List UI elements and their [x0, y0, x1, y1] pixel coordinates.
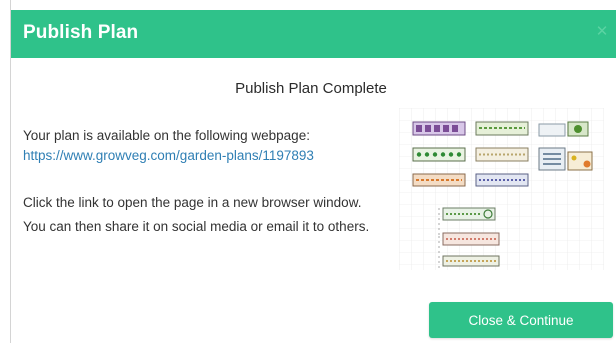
- garden-plan-preview-image: [399, 108, 604, 270]
- garden-plan-thumbnail: [399, 108, 604, 270]
- dialog-header: Publish Plan ✕: [11, 10, 616, 58]
- dialog-subtitle: Publish Plan Complete: [235, 80, 387, 97]
- close-continue-button[interactable]: Close & Continue: [429, 302, 613, 338]
- availability-text: Your plan is available on the following …: [23, 128, 310, 143]
- dialog-title: Publish Plan: [23, 22, 139, 43]
- close-icon[interactable]: ✕: [594, 24, 610, 40]
- background-frame: [0, 0, 11, 343]
- background-strip: [0, 0, 616, 10]
- instructions-text: Click the link to open the page in a new…: [23, 195, 370, 234]
- publish-plan-dialog: Publish Plan ✕ Publish Plan Complete You…: [11, 10, 616, 343]
- page: Publish Plan ✕ Publish Plan Complete You…: [0, 0, 616, 343]
- plan-url-link[interactable]: https://www.growveg.com/garden-plans/119…: [23, 148, 314, 163]
